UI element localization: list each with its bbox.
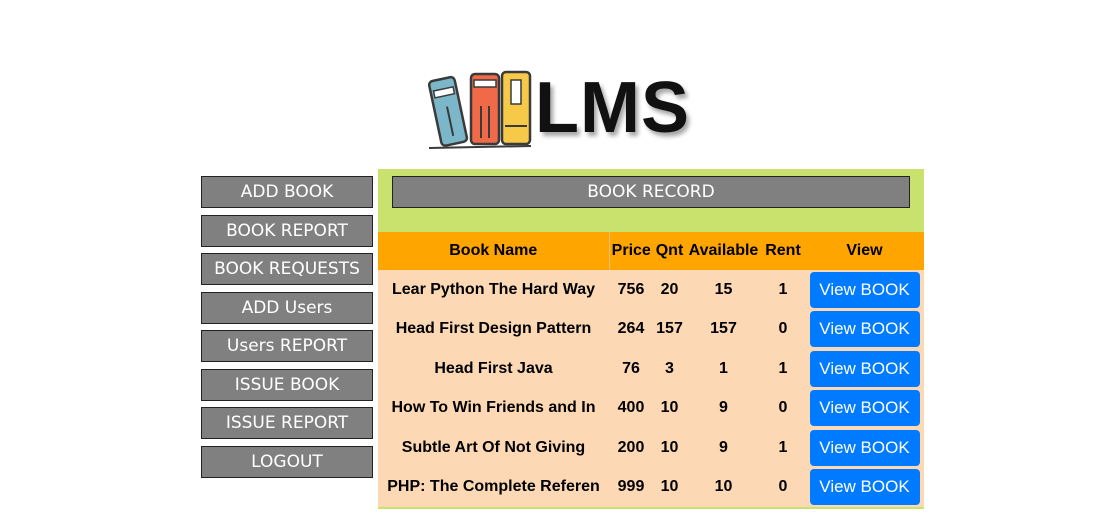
sidebar-item-add-book[interactable]: ADD BOOK [201,176,373,208]
available-cell: 157 [686,309,761,349]
qnt-cell: 10 [653,388,686,428]
price-cell: 756 [609,270,653,310]
view-book-button[interactable]: View BOOK [809,469,920,506]
price-cell: 200 [609,428,653,468]
price-cell: 264 [609,309,653,349]
view-book-button[interactable]: View BOOK [809,390,920,427]
qnt-cell: 157 [653,309,686,349]
available-cell: 15 [686,270,761,310]
view-book-button[interactable]: View BOOK [809,311,920,348]
logo-text: LMS [535,68,690,148]
column-header-rent: Rent [761,232,805,270]
view-book-button[interactable]: View BOOK [809,350,920,387]
qnt-cell: 10 [653,467,686,507]
view-cell: View BOOK [805,467,924,507]
column-header-available: Available [686,232,761,270]
rent-cell: 1 [761,270,805,310]
sidebar-item-issue-report[interactable]: ISSUE REPORT [201,407,373,439]
book-name-cell: Subtle Art Of Not Giving [378,428,609,468]
sidebar-item-logout[interactable]: LOGOUT [201,445,373,478]
view-cell: View BOOK [805,428,924,468]
table-row: Head First Java 76 3 1 1 View BOOK [378,349,924,389]
rent-cell: 0 [761,388,805,428]
lms-logo: LMS [425,66,705,156]
available-cell: 9 [686,388,761,428]
rent-cell: 0 [761,467,805,507]
qnt-cell: 10 [653,428,686,468]
rent-cell: 0 [761,309,805,349]
sidebar-menu: ADD BOOK BOOK REPORT BOOK REQUESTS ADD U… [201,176,373,484]
qnt-cell: 3 [653,349,686,389]
view-cell: View BOOK [805,309,924,349]
book-record-panel: BOOK RECORD Book Name Price Qnt Availabl… [378,169,924,509]
qnt-cell: 20 [653,270,686,310]
column-header-price: Price [609,232,653,270]
book-name-cell: Lear Python The Hard Way [378,270,609,310]
view-book-button[interactable]: View BOOK [809,271,920,308]
sidebar-item-book-requests[interactable]: BOOK REQUESTS [201,253,373,285]
book-name-cell: Head First Java [378,349,609,389]
rent-cell: 1 [761,349,805,389]
book-name-cell: How To Win Friends and In [378,388,609,428]
page-title: BOOK RECORD [392,176,910,208]
view-book-button[interactable]: View BOOK [809,429,920,466]
table-row: Head First Design Pattern 264 157 157 0 … [378,309,924,349]
price-cell: 400 [609,388,653,428]
books-icon [427,70,532,149]
sidebar-item-add-users[interactable]: ADD Users [201,291,373,324]
table-row: Lear Python The Hard Way 756 20 15 1 Vie… [378,270,924,310]
available-cell: 9 [686,428,761,468]
book-name-cell: Head First Design Pattern [378,309,609,349]
view-cell: View BOOK [805,388,924,428]
table-row: PHP: The Complete Referen 999 10 10 0 Vi… [378,467,924,507]
view-cell: View BOOK [805,349,924,389]
column-header-view: View [805,232,924,270]
sidebar-item-issue-book[interactable]: ISSUE BOOK [201,368,373,401]
book-name-cell: PHP: The Complete Referen [378,467,609,507]
view-cell: View BOOK [805,270,924,310]
price-cell: 76 [609,349,653,389]
table-row: How To Win Friends and In 400 10 9 0 Vie… [378,388,924,428]
sidebar-item-users-report[interactable]: Users REPORT [201,330,373,362]
column-header-book-name: Book Name [378,232,610,270]
table-row: Subtle Art Of Not Giving 200 10 9 1 View… [378,428,924,468]
column-header-qnt: Qnt [653,232,686,270]
rent-cell: 1 [761,428,805,468]
available-cell: 10 [686,467,761,507]
available-cell: 1 [686,349,761,389]
sidebar-item-book-report[interactable]: BOOK REPORT [201,214,373,247]
table-header-row: Book Name Price Qnt Available Rent View [378,232,924,270]
book-table: Book Name Price Qnt Available Rent View … [378,232,924,507]
price-cell: 999 [609,467,653,507]
